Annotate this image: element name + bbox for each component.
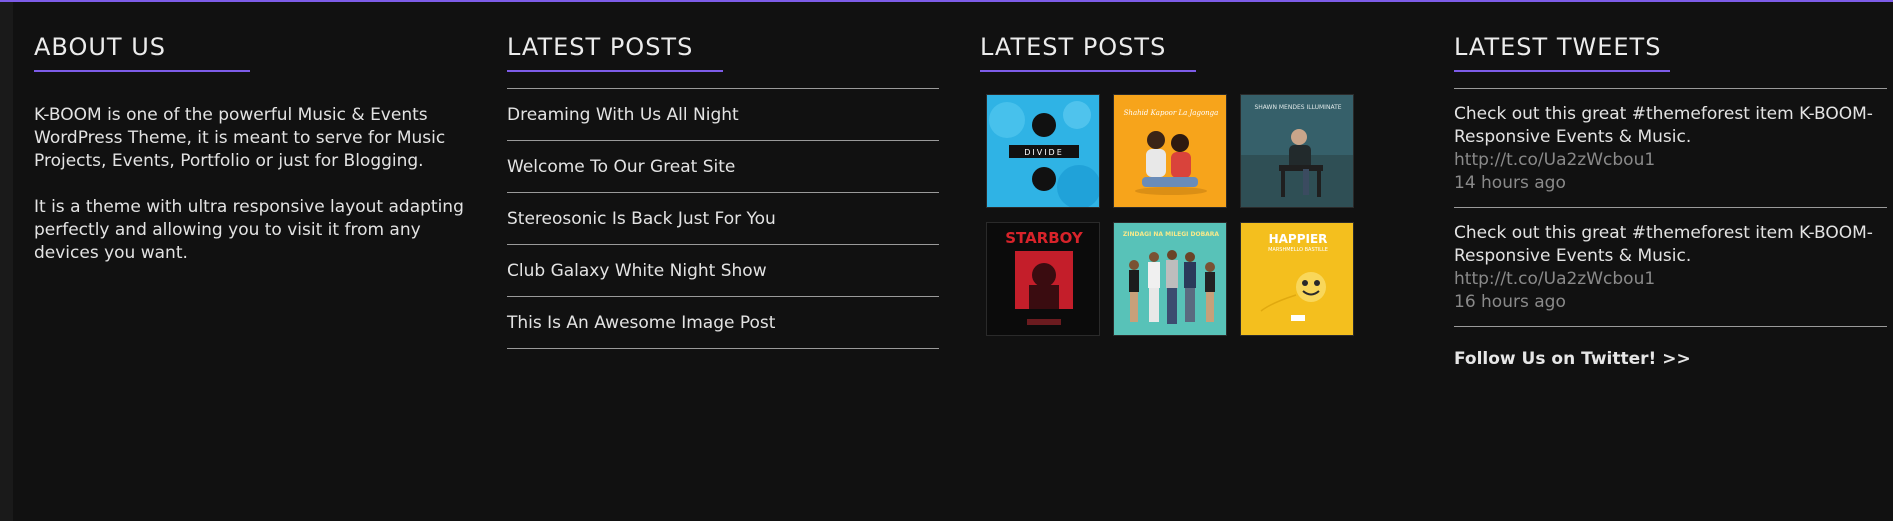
la-bayadere-cover-text: Shahid Kapoor La Jagonga	[1124, 109, 1219, 117]
about-text: K-BOOM is one of the powerful Music & Ev…	[34, 104, 464, 265]
latest-posts-gallery-column: LATEST POSTS DIVIDE Shahid Kapoor La Jag…	[980, 28, 1400, 336]
latest-tweets-heading: LATEST TWEETS	[1454, 33, 1662, 61]
happier-cover-subtext: MARSHMELLO BASTILLE	[1268, 247, 1328, 253]
tweet-link[interactable]: http://t.co/Ua2zWcbou1	[1454, 269, 1655, 289]
tweet-time: 16 hours ago	[1454, 292, 1566, 312]
latest-tweets-heading-underline	[1454, 70, 1670, 72]
gallery-heading: LATEST POSTS	[980, 33, 1167, 61]
happier-thumb[interactable]: HAPPIER MARSHMELLO BASTILLE	[1240, 222, 1354, 336]
tweet-link[interactable]: http://t.co/Ua2zWcbou1	[1454, 150, 1655, 170]
top-accent-line	[0, 0, 1893, 2]
latest-posts-column: LATEST POSTS Dreaming With Us All Night …	[507, 28, 939, 349]
latest-posts-heading-underline	[507, 70, 723, 72]
gallery-heading-underline	[980, 70, 1196, 72]
zindagi-thumb[interactable]: ZINDAGI NA MILEGI DOBARA	[1113, 222, 1227, 336]
about-paragraph: It is a theme with ultra responsive layo…	[34, 197, 464, 263]
about-heading-underline	[34, 70, 250, 72]
latest-posts-list: Dreaming With Us All Night Welcome To Ou…	[507, 88, 939, 349]
la-bayadere-thumb[interactable]: Shahid Kapoor La Jagonga	[1113, 94, 1227, 208]
about-column: ABOUT US K-BOOM is one of the powerful M…	[34, 28, 464, 288]
tweets-list: Check out this great #themeforest item K…	[1454, 88, 1887, 327]
illuminate-album-thumb[interactable]: SHAWN MENDES ILLUMINATE	[1240, 94, 1354, 208]
post-link-welcome[interactable]: Welcome To Our Great Site	[507, 141, 939, 193]
divide-cover-text: DIVIDE	[1024, 148, 1064, 157]
illuminate-cover-text: SHAWN MENDES ILLUMINATE	[1254, 104, 1341, 111]
left-edge-strip	[0, 2, 13, 521]
about-paragraph: K-BOOM is one of the powerful Music & Ev…	[34, 105, 446, 171]
divide-album-thumb[interactable]: DIVIDE	[986, 94, 1100, 208]
tweet-text: Check out this great #themeforest item K…	[1454, 104, 1873, 147]
zindagi-cover-text: ZINDAGI NA MILEGI DOBARA	[1123, 231, 1220, 238]
tweet-item: Check out this great #themeforest item K…	[1454, 208, 1887, 327]
about-heading: ABOUT US	[34, 33, 167, 61]
tweet-time: 14 hours ago	[1454, 173, 1566, 193]
follow-twitter-link[interactable]: Follow Us on Twitter! >>	[1454, 349, 1887, 369]
latest-tweets-column: LATEST TWEETS Check out this great #them…	[1454, 28, 1887, 369]
post-link-club-galaxy[interactable]: Club Galaxy White Night Show	[507, 245, 939, 297]
happier-cover-text: HAPPIER	[1269, 232, 1328, 246]
post-link-dreaming[interactable]: Dreaming With Us All Night	[507, 89, 939, 141]
starboy-cover-text: STARBOY	[1005, 229, 1084, 247]
tweet-text: Check out this great #themeforest item K…	[1454, 223, 1873, 266]
post-link-stereosonic[interactable]: Stereosonic Is Back Just For You	[507, 193, 939, 245]
starboy-album-thumb[interactable]: STARBOY	[986, 222, 1100, 336]
tweet-item: Check out this great #themeforest item K…	[1454, 89, 1887, 208]
post-link-awesome-image[interactable]: This Is An Awesome Image Post	[507, 297, 939, 349]
latest-posts-heading: LATEST POSTS	[507, 33, 694, 61]
post-thumbnail-grid: DIVIDE Shahid Kapoor La Jagonga SHAWN ME…	[980, 94, 1400, 336]
